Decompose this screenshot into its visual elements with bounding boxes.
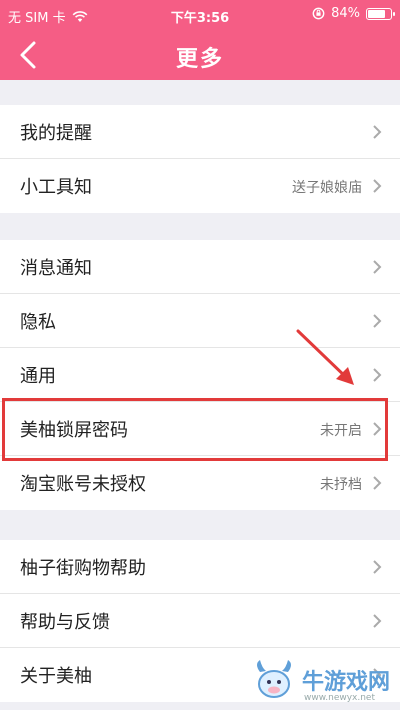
row-label: 关于美柚: [20, 666, 92, 687]
row-label: 柚子街购物帮助: [20, 557, 146, 579]
row-label: 淘宝账号未授权: [20, 474, 146, 495]
row-label: 帮助与反馈: [20, 611, 110, 633]
status-bar: 无 SIM 卡 下午3:56 84%: [0, 0, 400, 30]
row-taobao-account[interactable]: 淘宝账号未授权 未抒档: [0, 456, 400, 510]
row-label: 隐私: [20, 311, 56, 333]
row-value: 未开启: [320, 423, 362, 439]
chevron-right-icon: [373, 368, 382, 382]
battery-icon: [366, 7, 395, 20]
row-label: 小工具知: [20, 177, 92, 198]
row-label: 通用: [20, 365, 56, 387]
row-help-feedback[interactable]: 帮助与反馈: [0, 594, 400, 648]
row-my-reminders[interactable]: 我的提醒: [0, 105, 400, 159]
chevron-right-icon: [373, 314, 382, 328]
chevron-right-icon: [373, 125, 382, 139]
rotation-lock-icon: [312, 7, 325, 20]
battery-percent: 84%: [331, 6, 360, 21]
row-label: 美柚锁屏密码: [20, 419, 128, 441]
chevron-right-icon: [373, 260, 382, 274]
row-value: 送子娘娘庙: [292, 180, 362, 196]
page-title: 更多: [175, 47, 224, 72]
chevron-right-icon: [373, 422, 382, 436]
row-shopping-help[interactable]: 柚子街购物帮助: [0, 540, 400, 594]
nav-bar: 更多: [0, 30, 400, 80]
battery-fill: [368, 9, 385, 18]
row-value: 未抒档: [320, 477, 362, 493]
row-widgets[interactable]: 小工具知 送子娘娘庙: [0, 159, 400, 213]
row-notifications[interactable]: 消息通知: [0, 240, 400, 294]
row-lock-screen-password[interactable]: 美柚锁屏密码 未开启: [0, 402, 400, 456]
row-label: 我的提醒: [20, 122, 92, 144]
row-label: 消息通知: [20, 257, 92, 279]
chevron-right-icon: [373, 476, 382, 490]
watermark-brand: 牛游戏网: [302, 670, 391, 695]
watermark-url: www.newyx.net: [304, 693, 376, 703]
settings-group-1: 我的提醒 小工具知 送子娘娘庙: [0, 105, 400, 213]
status-right: 84%: [312, 6, 395, 21]
chevron-right-icon: [373, 560, 382, 574]
chevron-right-icon: [373, 614, 382, 628]
watermark: 牛游戏网 www.newyx.net: [250, 655, 400, 705]
annotation-arrow-icon: [296, 329, 354, 385]
cow-logo-icon: [257, 660, 291, 698]
chevron-right-icon: [373, 179, 382, 193]
